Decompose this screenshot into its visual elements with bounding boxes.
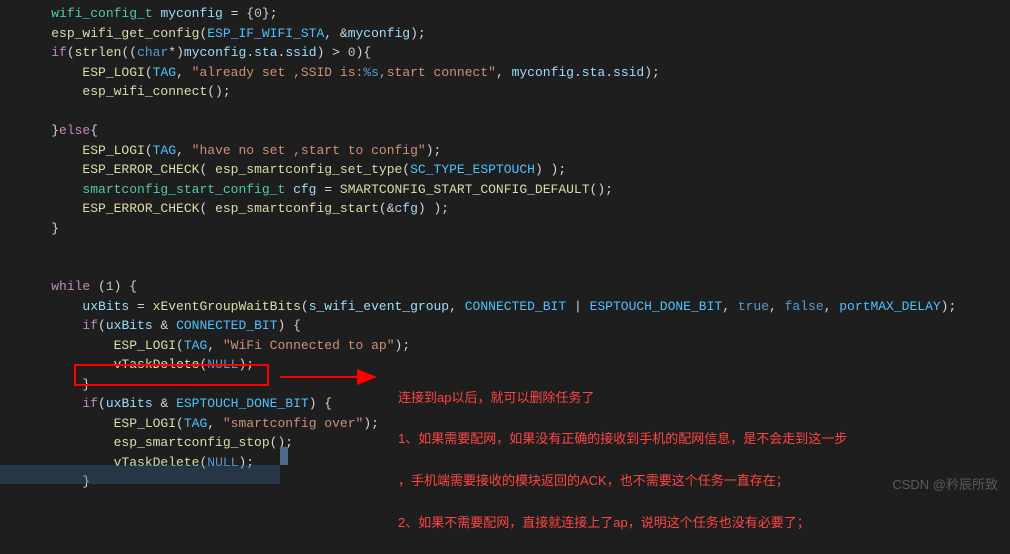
- code-line[interactable]: [0, 102, 1010, 122]
- code-line[interactable]: ESP_LOGI(TAG, "WiFi Connected to ap");: [0, 336, 1010, 356]
- code-line[interactable]: }: [0, 219, 1010, 239]
- annotation-text: 连接到ap以后，就可以删除任务了 1、如果需要配网，如果没有正确的接收到手机的配…: [398, 367, 847, 554]
- code-line[interactable]: esp_wifi_get_config(ESP_IF_WIFI_STA, &my…: [0, 24, 1010, 44]
- code-line[interactable]: [0, 238, 1010, 258]
- code-line[interactable]: esp_wifi_connect();: [0, 82, 1010, 102]
- cursor-selection: [280, 447, 288, 465]
- annotation-line-3: ，手机端需要接收的模块返回的ACK，也不需要这个任务一直存在；: [398, 471, 847, 492]
- code-line[interactable]: uxBits = xEventGroupWaitBits(s_wifi_even…: [0, 297, 1010, 317]
- code-line[interactable]: while (1) {: [0, 277, 1010, 297]
- code-line[interactable]: if(uxBits & CONNECTED_BIT) {: [0, 316, 1010, 336]
- code-line[interactable]: [0, 258, 1010, 278]
- code-line[interactable]: if(strlen((char*)myconfig.sta.ssid) > 0)…: [0, 43, 1010, 63]
- watermark: CSDN @矜辰所致: [892, 475, 998, 495]
- code-line[interactable]: wifi_config_t myconfig = {0};: [0, 4, 1010, 24]
- annotation-line-1: 连接到ap以后，就可以删除任务了: [398, 388, 847, 409]
- code-line[interactable]: ESP_ERROR_CHECK( esp_smartconfig_start(&…: [0, 199, 1010, 219]
- annotation-line-4: 2、如果不需要配网，直接就连接上了ap，说明这个任务也没有必要了；: [398, 513, 847, 534]
- annotation-line-2: 1、如果需要配网，如果没有正确的接收到手机的配网信息，是不会走到这一步: [398, 429, 847, 450]
- code-line[interactable]: ESP_LOGI(TAG, "already set ,SSID is:%s,s…: [0, 63, 1010, 83]
- code-line[interactable]: ESP_LOGI(TAG, "have no set ,start to con…: [0, 141, 1010, 161]
- code-line[interactable]: smartconfig_start_config_t cfg = SMARTCO…: [0, 180, 1010, 200]
- code-line[interactable]: }else{: [0, 121, 1010, 141]
- code-line[interactable]: ESP_ERROR_CHECK( esp_smartconfig_set_typ…: [0, 160, 1010, 180]
